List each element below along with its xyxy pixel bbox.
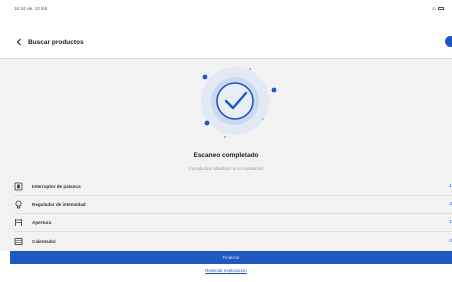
header-action-indicator[interactable] [445, 36, 452, 47]
scan-result-panel: Escaneo completado 4 productos añadidos … [0, 59, 452, 251]
scan-complete-illustration [201, 67, 277, 138]
dimmer-icon [14, 200, 23, 209]
status-bar: 16:34 vie. 10 feb. 4. [0, 0, 452, 16]
app-header: Buscar productos [0, 31, 452, 53]
product-item-heater[interactable]: Calentador 0 [14, 232, 452, 250]
opening-icon [14, 218, 23, 227]
scan-status-subtitle: 4 productos añadidos a su instalación [188, 166, 264, 171]
product-label: Calentador [32, 238, 56, 244]
switch-icon [14, 182, 23, 191]
status-indicators: 4. [432, 6, 444, 11]
status-battery-text: 4. [432, 5, 436, 11]
product-label: Regulador de intensidad [32, 202, 86, 207]
app-screen: 16:34 vie. 10 feb. 4. Buscar productos E… [0, 0, 452, 282]
finish-button[interactable]: Finalizar [10, 251, 452, 264]
product-label: Interruptor de palanca [32, 184, 81, 189]
heater-icon [14, 237, 23, 246]
battery-icon [438, 6, 444, 10]
back-arrow-icon[interactable] [14, 37, 24, 47]
product-list: Interruptor de palanca 1 Regulador de in… [14, 178, 452, 250]
page-title: Buscar productos [28, 38, 84, 46]
restart-scan-link[interactable]: Reiniciar exploración [0, 268, 452, 273]
product-item-opening[interactable]: Apertura 1 [14, 214, 452, 232]
product-item-switch[interactable]: Interruptor de palanca 1 [14, 178, 452, 196]
product-item-dimmer[interactable]: Regulador de intensidad 2 [14, 196, 452, 214]
scan-status-title: Escaneo completado [193, 152, 259, 159]
product-label: Apertura [32, 220, 52, 225]
status-time: 16:34 vie. 10 feb. [14, 5, 49, 11]
